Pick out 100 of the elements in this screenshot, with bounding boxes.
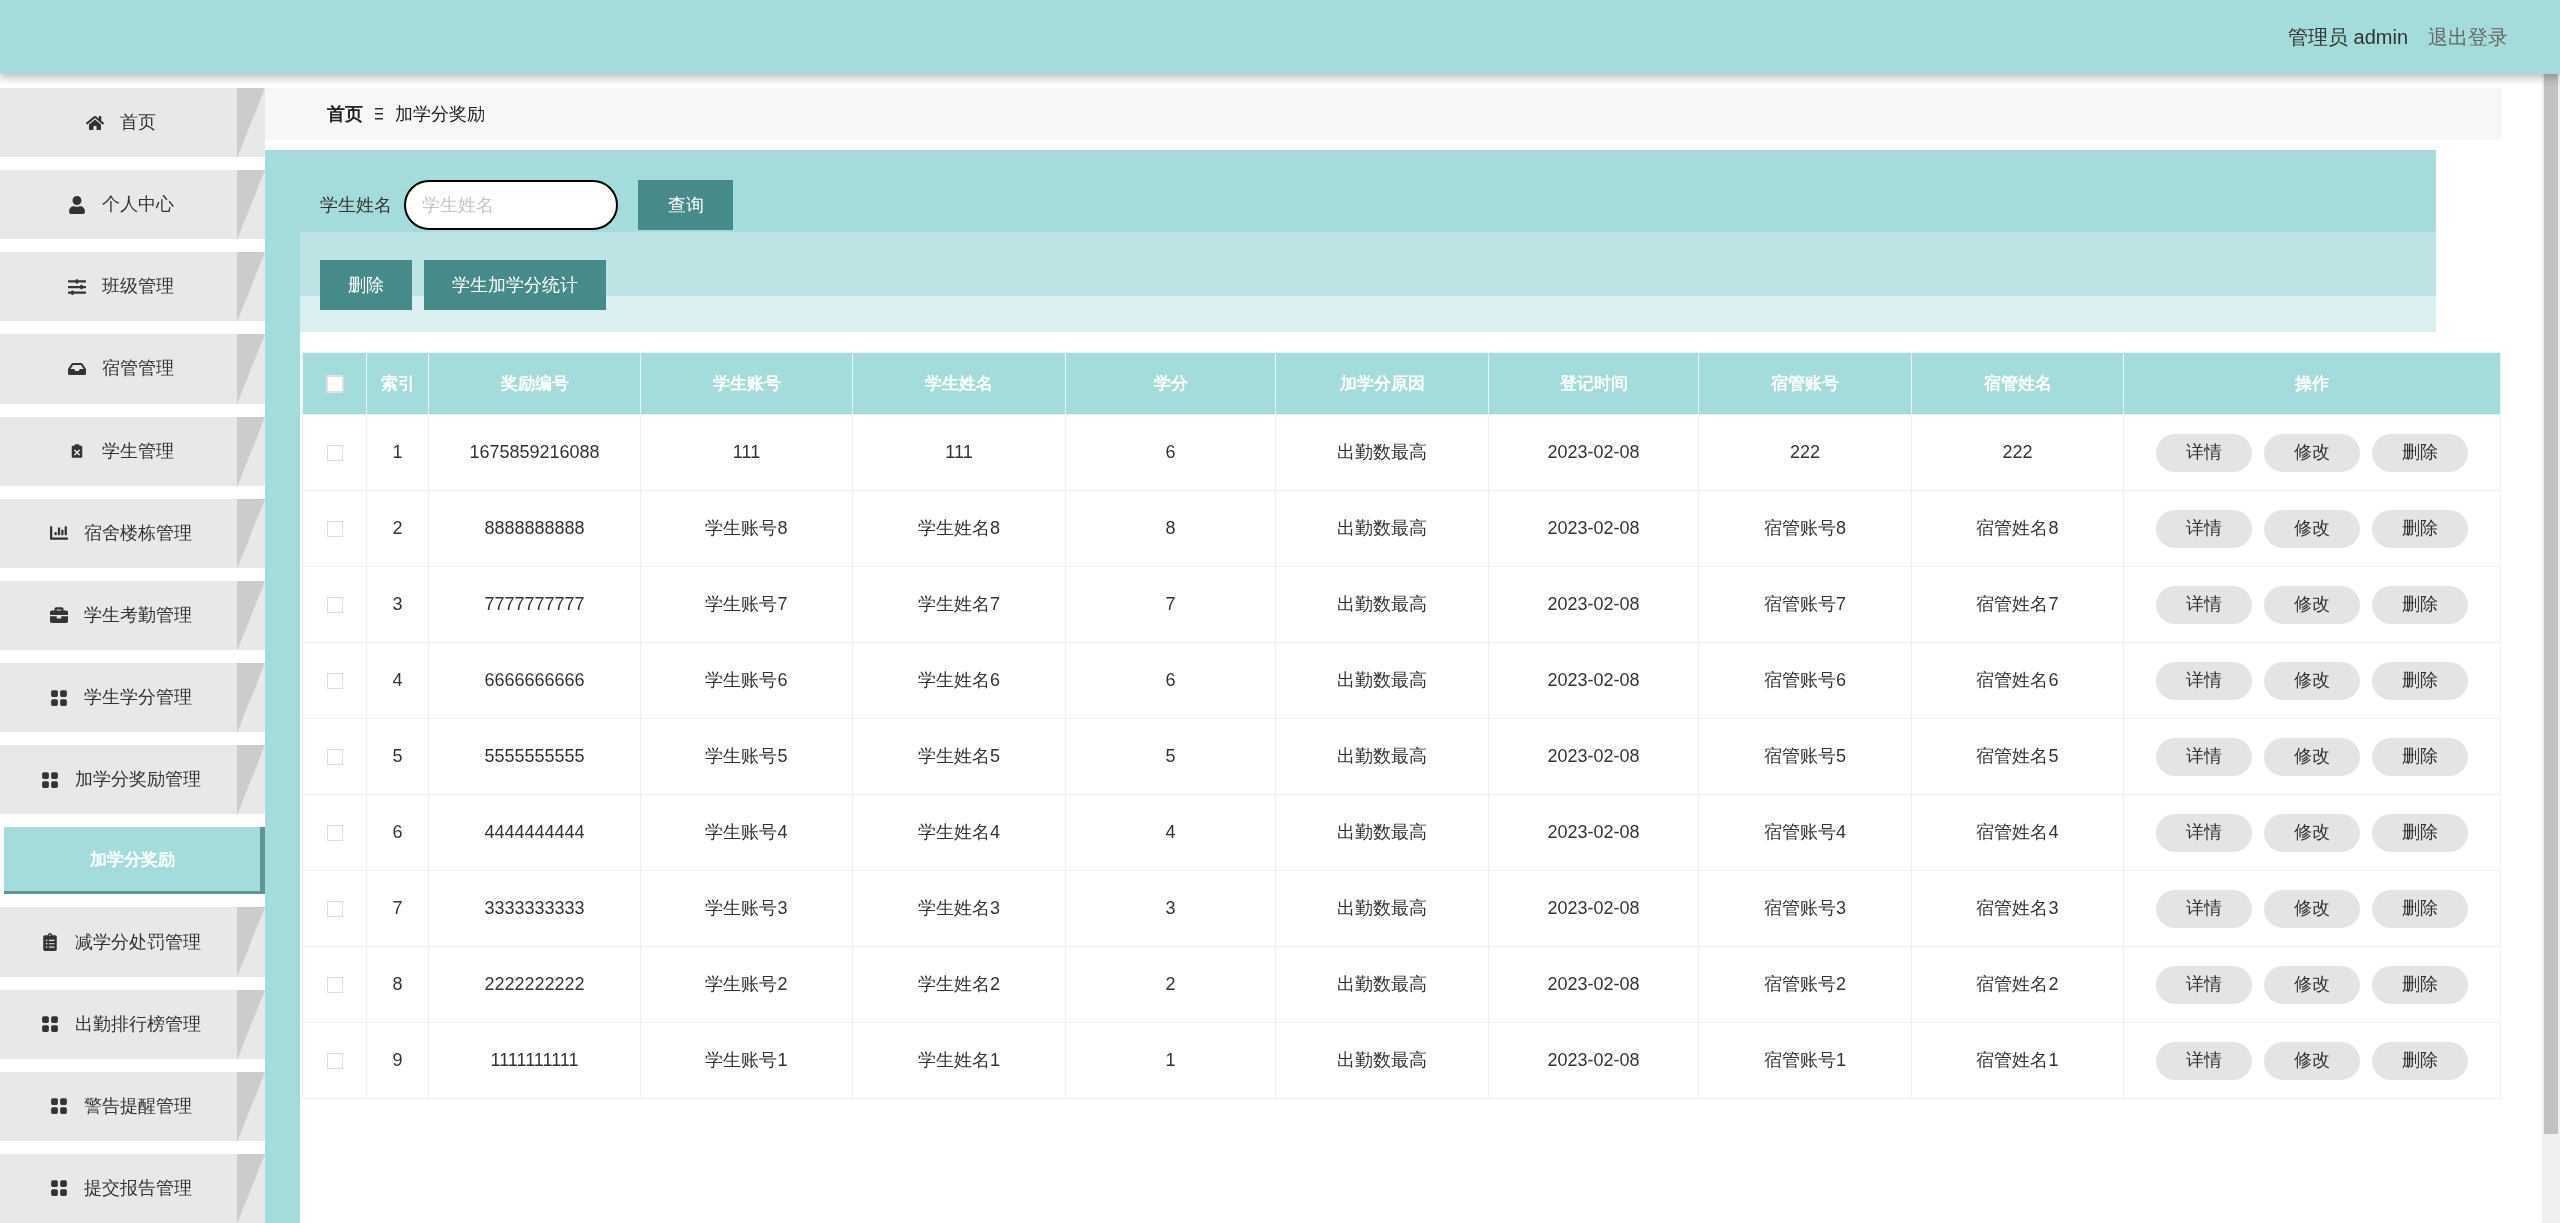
table-cell: 出勤数最高 — [1275, 1022, 1489, 1099]
table-cell: 2023-02-08 — [1488, 490, 1699, 567]
row-action-button[interactable]: 修改 — [2264, 813, 2360, 852]
table-cell: 7 — [366, 870, 429, 947]
search-button[interactable]: 查询 — [638, 180, 733, 230]
row-action-button[interactable]: 删除 — [2372, 813, 2468, 852]
table-cell: 3 — [1065, 870, 1276, 947]
table-cell: 宿管姓名3 — [1911, 870, 2124, 947]
sidebar-item[interactable]: 首页 — [0, 88, 265, 158]
column-header: 宿管账号 — [1698, 352, 1912, 415]
row-action-button[interactable]: 详情 — [2156, 813, 2252, 852]
sidebar-item[interactable]: 学生学分管理 — [0, 663, 265, 733]
sidebar-item[interactable]: 警告提醒管理 — [0, 1071, 265, 1141]
row-action-button[interactable]: 修改 — [2264, 737, 2360, 776]
row-action-button[interactable]: 删除 — [2372, 1041, 2468, 1080]
breadcrumb-home[interactable]: 首页 — [327, 100, 363, 128]
row-action-button[interactable]: 详情 — [2156, 965, 2252, 1004]
row-action-button[interactable]: 详情 — [2156, 737, 2252, 776]
tab-corner-icon — [237, 416, 265, 487]
tab-corner-icon — [237, 663, 265, 733]
row-action-button[interactable]: 详情 — [2156, 509, 2252, 548]
logout-link[interactable]: 退出登录 — [2428, 22, 2508, 52]
table-cell: 3333333333 — [428, 870, 641, 947]
briefcase-icon — [49, 606, 68, 625]
tab-corner-icon — [237, 1071, 265, 1142]
tab-corner-icon — [237, 88, 265, 158]
row-action-button[interactable]: 修改 — [2264, 433, 2360, 472]
row-action-button[interactable]: 删除 — [2372, 889, 2468, 928]
column-header: 索引 — [366, 352, 429, 415]
tab-corner-icon — [237, 1153, 265, 1223]
row-action-button[interactable]: 删除 — [2372, 433, 2468, 472]
row-action-button[interactable]: 删除 — [2372, 737, 2468, 776]
table-cell: 宿管姓名8 — [1911, 490, 2124, 567]
row-action-button[interactable]: 详情 — [2156, 1041, 2252, 1080]
sidebar-item[interactable]: 学生管理 — [0, 416, 265, 486]
row-checkbox[interactable] — [326, 749, 343, 766]
table-cell: 4 — [366, 642, 429, 719]
sidebar-item[interactable]: 出勤排行榜管理 — [0, 989, 265, 1059]
table-cell: 宿管姓名4 — [1911, 794, 2124, 871]
row-action-button[interactable]: 详情 — [2156, 889, 2252, 928]
table-cell: 7 — [1065, 566, 1276, 643]
row-checkbox[interactable] — [326, 825, 343, 842]
table-cell: 1 — [366, 414, 429, 491]
clipboard-icon — [40, 933, 59, 952]
table-cell: 出勤数最高 — [1275, 642, 1489, 719]
table-cell: 6 — [366, 794, 429, 871]
sidebar-item[interactable]: 减学分处罚管理 — [0, 907, 265, 977]
row-checkbox[interactable] — [326, 521, 343, 538]
sidebar-item[interactable]: 提交报告管理 — [0, 1153, 265, 1223]
scrollbar[interactable] — [2542, 74, 2560, 1223]
action-button[interactable]: 学生加学分统计 — [424, 260, 606, 310]
tab-corner-icon — [237, 170, 265, 241]
row-action-button[interactable]: 删除 — [2372, 585, 2468, 624]
row-action-button[interactable]: 修改 — [2264, 965, 2360, 1004]
row-action-button[interactable]: 修改 — [2264, 661, 2360, 700]
row-action-button[interactable]: 修改 — [2264, 585, 2360, 624]
row-checkbox[interactable] — [326, 1053, 343, 1070]
table-cell: 1675859216088 — [428, 414, 641, 491]
action-button[interactable]: 删除 — [320, 260, 412, 310]
tab-corner-icon — [237, 334, 265, 405]
table-cell: 1111111111 — [428, 1022, 641, 1099]
row-action-button[interactable]: 删除 — [2372, 509, 2468, 548]
sidebar-item[interactable]: 宿管管理 — [0, 334, 265, 404]
row-checkbox[interactable] — [326, 673, 343, 690]
row-action-button[interactable]: 删除 — [2372, 661, 2468, 700]
tray-icon — [67, 360, 86, 378]
select-all-checkbox[interactable] — [325, 375, 344, 394]
row-action-button[interactable]: 详情 — [2156, 661, 2252, 700]
row-action-button[interactable]: 删除 — [2372, 965, 2468, 1004]
bar-chart-icon — [49, 524, 68, 543]
table-cell: 2023-02-08 — [1488, 870, 1699, 947]
sidebar-item[interactable]: 宿舍楼栋管理 — [0, 498, 265, 568]
row-action-button[interactable]: 修改 — [2264, 1041, 2360, 1080]
table-cell: 宿管姓名5 — [1911, 718, 2124, 795]
sidebar-item[interactable]: 加学分奖励管理 — [0, 745, 265, 815]
sidebar-item[interactable]: 班级管理 — [0, 252, 265, 322]
home-icon — [85, 113, 104, 132]
row-action-button[interactable]: 修改 — [2264, 509, 2360, 548]
table-cell: 111 — [852, 414, 1066, 491]
table-cell: 6 — [1065, 642, 1276, 719]
sidebar-item[interactable]: 学生考勤管理 — [0, 580, 265, 650]
row-checkbox[interactable] — [326, 597, 343, 614]
table-cell: 宿管账号2 — [1698, 946, 1912, 1023]
table-cell: 9 — [366, 1022, 429, 1099]
breadcrumb-current: 加学分奖励 — [395, 102, 485, 126]
table-cell: 6666666666 — [428, 642, 641, 719]
table-cell: 5555555555 — [428, 718, 641, 795]
row-checkbox[interactable] — [326, 901, 343, 918]
row-checkbox[interactable] — [326, 977, 343, 994]
table-cell: 学生账号2 — [640, 946, 853, 1023]
search-label: 学生姓名 — [320, 193, 392, 217]
sidebar-item[interactable]: 个人中心 — [0, 170, 265, 240]
grid-icon — [40, 1015, 59, 1034]
row-checkbox[interactable] — [326, 445, 343, 462]
row-action-button[interactable]: 详情 — [2156, 433, 2252, 472]
table-cell: 111 — [640, 414, 853, 491]
search-field[interactable]: 学生姓名 — [404, 180, 618, 230]
row-action-button[interactable]: 修改 — [2264, 889, 2360, 928]
table-cell: 7777777777 — [428, 566, 641, 643]
row-action-button[interactable]: 详情 — [2156, 585, 2252, 624]
